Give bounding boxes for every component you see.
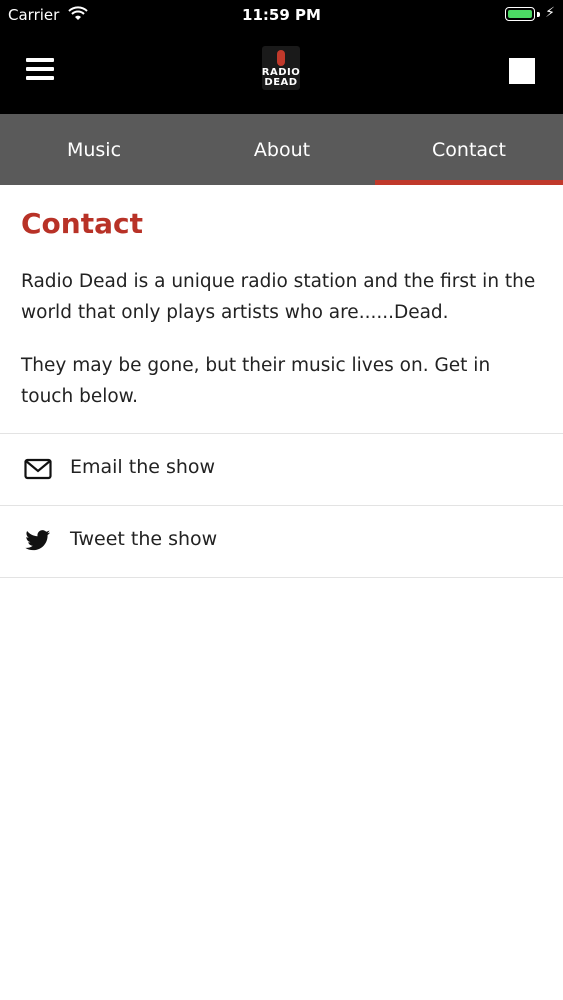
email-the-show-button[interactable]: Email the show [0, 434, 563, 505]
tab-about[interactable]: About [188, 114, 376, 185]
tweet-label: Tweet the show [70, 528, 218, 550]
tab-bar: Music About Contact [0, 114, 563, 185]
app-header: RADIO DEAD [0, 30, 563, 114]
tab-contact[interactable]: Contact [375, 114, 563, 185]
tab-music[interactable]: Music [0, 114, 188, 185]
hamburger-menu-icon[interactable] [26, 58, 54, 84]
active-tab-indicator [375, 180, 563, 185]
envelope-icon [24, 458, 52, 480]
email-label: Email the show [70, 456, 216, 478]
battery-tip [537, 12, 540, 17]
radio-dead-logo: RADIO DEAD [258, 46, 304, 90]
twitter-icon [24, 530, 52, 552]
intro-paragraph: Radio Dead is a unique radio station and… [21, 271, 536, 323]
contact-paragraph: They may be gone, but their music lives … [21, 355, 491, 407]
tweet-the-show-button[interactable]: Tweet the show [0, 506, 563, 577]
divider [0, 577, 563, 578]
page-title: Contact [21, 207, 143, 240]
battery-icon [505, 7, 535, 21]
microphone-icon [277, 50, 285, 66]
clock: 11:59 PM [242, 6, 321, 24]
status-bar: Carrier 11:59 PM ⚡ [0, 0, 563, 30]
stop-button[interactable] [509, 58, 535, 84]
charging-icon: ⚡ [545, 5, 555, 21]
